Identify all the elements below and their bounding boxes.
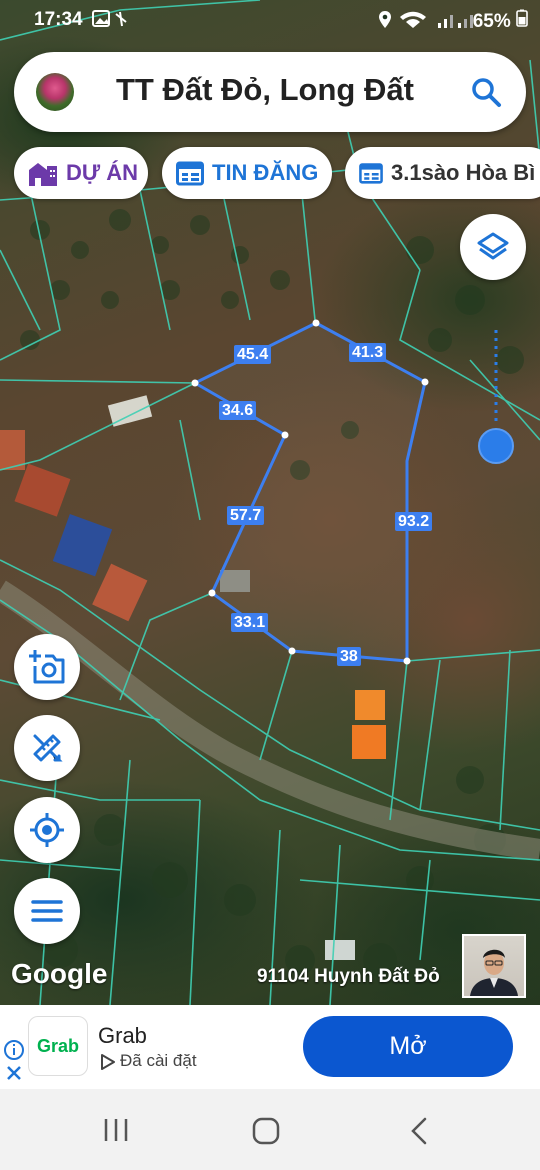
layers-button[interactable] bbox=[460, 214, 526, 280]
system-icons bbox=[378, 10, 486, 35]
edge-length-label: 34.6 bbox=[219, 401, 257, 420]
system-nav-bar bbox=[0, 1089, 540, 1170]
ad-close-icon[interactable] bbox=[5, 1064, 23, 1082]
gallery-icon bbox=[92, 10, 127, 27]
ruler-pencil-icon bbox=[33, 734, 63, 762]
my-location-button[interactable] bbox=[14, 797, 80, 863]
battery-percent: 65% bbox=[472, 11, 511, 32]
play-store-icon bbox=[101, 1054, 115, 1070]
clock: 17:34 bbox=[34, 9, 83, 30]
app-avatar[interactable] bbox=[36, 73, 74, 111]
notification-icons bbox=[92, 10, 132, 33]
buildings-icon bbox=[29, 163, 57, 186]
grab-logo-text: Grab bbox=[36, 1035, 79, 1056]
add-photo-icon bbox=[29, 650, 65, 684]
search-icon[interactable] bbox=[470, 76, 502, 108]
back-icon[interactable] bbox=[408, 1117, 430, 1145]
location-wifi-signal-icon bbox=[379, 11, 473, 28]
du-an-chip[interactable]: DỰ ÁN bbox=[14, 147, 148, 199]
ad-banner[interactable]: Grab Grab Đã cài đặt Mở bbox=[0, 1005, 540, 1089]
parcel-outline[interactable] bbox=[191, 321, 427, 663]
calendar-list-icon bbox=[359, 163, 383, 184]
listing-label: 3.1sào Hòa Bì bbox=[391, 160, 536, 185]
edge-length-label: 33.1 bbox=[231, 613, 269, 632]
owner-avatar[interactable] bbox=[462, 934, 526, 998]
tin-dang-chip[interactable]: TIN ĐĂNG bbox=[162, 147, 332, 199]
owner-label: 91104 Huynh Đất Đỏ bbox=[257, 966, 440, 987]
google-logo: Google bbox=[11, 958, 108, 989]
edge-length-label: 41.3 bbox=[349, 343, 387, 362]
search-bar[interactable]: TT Đất Đỏ, Long Đất bbox=[14, 52, 526, 132]
ad-info-icon[interactable] bbox=[3, 1039, 25, 1061]
ad-install-status: Đã cài đặt bbox=[120, 1051, 197, 1070]
battery-indicator: 65% bbox=[473, 9, 528, 33]
person-photo-icon bbox=[470, 949, 518, 996]
ad-app-name: Grab bbox=[98, 1023, 147, 1048]
measure-tool-button[interactable] bbox=[14, 715, 80, 781]
edge-length-label: 38 bbox=[337, 647, 361, 666]
my-location-dot bbox=[478, 428, 514, 464]
edge-length-label: 45.4 bbox=[234, 345, 272, 364]
hamburger-menu-icon bbox=[31, 900, 63, 922]
status-bar: 17:34 65% bbox=[0, 0, 540, 42]
edge-length-label: 93.2 bbox=[395, 512, 433, 531]
crosshair-icon bbox=[30, 813, 64, 847]
location-title[interactable]: TT Đất Đỏ, Long Đất bbox=[116, 72, 414, 108]
grab-logo[interactable]: Grab bbox=[28, 1016, 88, 1076]
layers-icon bbox=[477, 232, 509, 260]
calendar-list-icon bbox=[176, 161, 204, 186]
open-app-button[interactable]: Mở bbox=[303, 1016, 513, 1077]
add-photo-button[interactable] bbox=[14, 634, 80, 700]
recent-apps-icon[interactable] bbox=[102, 1117, 130, 1143]
battery-icon bbox=[516, 9, 528, 27]
home-icon[interactable] bbox=[252, 1117, 280, 1145]
edge-length-label: 57.7 bbox=[227, 506, 265, 525]
tin-dang-label: TIN ĐĂNG bbox=[212, 160, 319, 185]
menu-button[interactable] bbox=[14, 878, 80, 944]
listing-chip[interactable]: 3.1sào Hòa Bì bbox=[345, 147, 540, 199]
du-an-label: DỰ ÁN bbox=[66, 160, 139, 185]
